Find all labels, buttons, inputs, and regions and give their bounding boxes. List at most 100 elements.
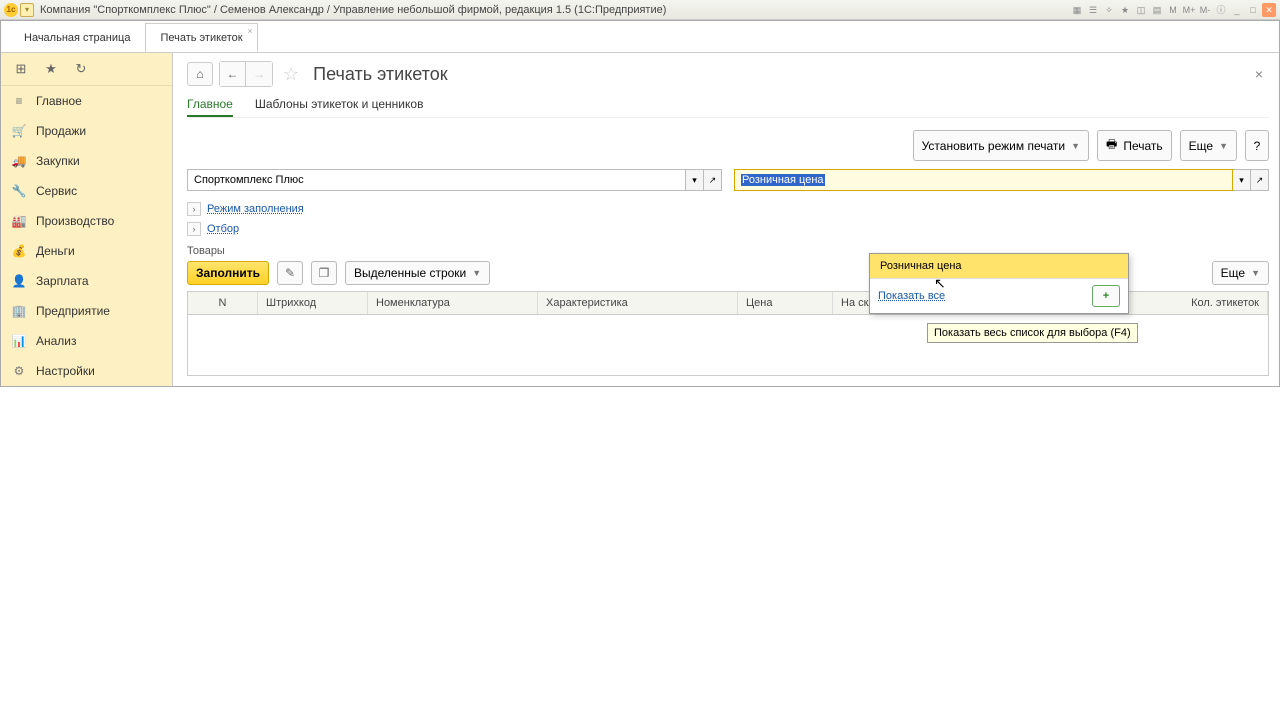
fill-button[interactable]: Заполнить [187, 261, 269, 285]
sidebar-item-label: Зарплата [36, 274, 89, 288]
analysis-icon: 📊 [12, 334, 26, 348]
app-menu-dropdown[interactable]: ▾ [20, 3, 34, 17]
sidebar: ⊞ ★ ↻ ≡Главное 🛒 Продажи 🚚Закупки 🔧Сервис… [1, 53, 173, 386]
sidebar-item-label: Анализ [36, 334, 77, 348]
sidebar-item-salary[interactable]: 👤 Зарплата [1, 266, 172, 296]
toolbar-m-icon[interactable]: M- [1198, 3, 1212, 17]
app-logo-icon: 1c [4, 3, 18, 17]
edit-icon-button[interactable]: ✎ [277, 261, 303, 285]
history-icon[interactable]: ↻ [73, 61, 89, 77]
sidebar-item-main[interactable]: ≡Главное [1, 86, 172, 116]
expander-label: Режим заполнения [207, 203, 304, 215]
fill-mode-expander[interactable]: › Режим заполнения [187, 202, 1269, 216]
col-nomenclature[interactable]: Номенклатура [368, 292, 538, 314]
tab-print-labels[interactable]: Печать этикеток × [145, 23, 257, 52]
more-button[interactable]: Еще ▼ [1180, 130, 1237, 161]
favorite-icon[interactable]: ★ [1118, 3, 1132, 17]
purchases-icon: 🚚 [12, 154, 26, 168]
nav-back-button[interactable]: ← [220, 62, 246, 86]
apps-icon[interactable]: ⊞ [13, 61, 29, 77]
toolbar-icon[interactable]: ☰ [1086, 3, 1100, 17]
price-dropdown: Розничная цена Показать все + [869, 253, 1129, 314]
toolbar-icon[interactable]: ✧ [1102, 3, 1116, 17]
tab-close-icon[interactable]: × [247, 26, 252, 36]
sidebar-item-label: Главное [36, 94, 82, 108]
nav-home-button[interactable]: ⌂ [187, 62, 213, 86]
chevron-down-icon: ▼ [1071, 141, 1080, 151]
window-title: Компания "Спорткомплекс Плюс" / Семенов … [40, 4, 1070, 16]
chevron-down-icon: ▼ [1219, 141, 1228, 151]
sidebar-item-money[interactable]: 💰Деньги [1, 236, 172, 266]
org-input[interactable] [187, 169, 686, 191]
sidebar-item-service[interactable]: 🔧Сервис [1, 176, 172, 206]
page-title: Печать этикеток [313, 64, 447, 85]
dropdown-button[interactable]: ▾ [1233, 169, 1251, 191]
dropdown-button[interactable]: ▾ [686, 169, 704, 191]
sidebar-item-label: Производство [36, 214, 114, 228]
minimize-button[interactable]: _ [1230, 3, 1244, 17]
chevron-right-icon: › [187, 202, 201, 216]
sidebar-item-purchases[interactable]: 🚚Закупки [1, 146, 172, 176]
production-icon: 🏭 [12, 214, 26, 228]
toolbar-m-icon[interactable]: M [1166, 3, 1180, 17]
favorite-star-icon[interactable]: ☆ [283, 64, 299, 85]
help-button[interactable]: ? [1245, 130, 1269, 161]
sidebar-item-label: Предприятие [36, 304, 110, 318]
sidebar-item-production[interactable]: 🏭 Производство [1, 206, 172, 236]
sidebar-item-analysis[interactable]: 📊 Анализ [1, 326, 172, 356]
star-icon[interactable]: ★ [43, 61, 59, 77]
price-field: Розничная цена ▾ ↗ [734, 169, 1269, 191]
col-n[interactable]: N [188, 292, 258, 314]
close-page-button[interactable]: × [1249, 64, 1269, 84]
button-label: Еще [1221, 266, 1245, 280]
sidebar-item-label: Настройки [36, 364, 95, 378]
button-label: Печать [1123, 139, 1162, 153]
show-all-link[interactable]: Показать все [878, 290, 1084, 302]
toolbar-icon[interactable]: ▦ [1070, 3, 1084, 17]
content-area: ⌂ ← → ☆ Печать этикеток × Главное Шаблон… [173, 53, 1279, 386]
toolbar-m-icon[interactable]: M+ [1182, 3, 1196, 17]
expander-label: Отбор [207, 223, 239, 235]
print-mode-button[interactable]: Установить режим печати ▼ [913, 130, 1089, 161]
titlebar: 1c ▾ Компания "Спорткомплекс Плюс" / Сем… [0, 0, 1280, 20]
salary-icon: 👤 [12, 274, 26, 288]
more-button-2[interactable]: Еще ▼ [1212, 261, 1269, 285]
selected-rows-button[interactable]: Выделенные строки▼ [345, 261, 490, 285]
sidebar-item-company[interactable]: 🏢 Предприятие [1, 296, 172, 326]
chevron-right-icon: › [187, 222, 201, 236]
button-label: Еще [1189, 139, 1213, 153]
close-button[interactable]: ✕ [1262, 3, 1276, 17]
sidebar-item-label: Деньги [36, 244, 75, 258]
toolbar-icon[interactable]: ◫ [1134, 3, 1148, 17]
subtab-templates[interactable]: Шаблоны этикеток и ценников [255, 95, 424, 117]
sidebar-item-label: Продажи [36, 124, 86, 138]
settings-icon: ⚙ [12, 364, 26, 378]
subtab-main[interactable]: Главное [187, 95, 233, 117]
add-button[interactable]: + [1092, 285, 1120, 307]
chevron-down-icon: ▼ [1251, 268, 1260, 278]
tab-home[interactable]: Начальная страница [9, 23, 145, 52]
sales-icon: 🛒 [12, 124, 26, 138]
button-label: Установить режим печати [922, 139, 1065, 153]
print-button[interactable]: 🖶 Печать [1097, 130, 1172, 161]
col-barcode[interactable]: Штрихкод [258, 292, 368, 314]
info-icon[interactable]: ⓘ [1214, 3, 1228, 17]
expand-button[interactable]: ↗ [1251, 169, 1269, 191]
filter-expander[interactable]: › Отбор [187, 222, 1269, 236]
org-field: ▾ ↗ [187, 169, 722, 191]
sidebar-item-settings[interactable]: ⚙ Настройки [1, 356, 172, 386]
dropdown-item-retail[interactable]: Розничная цена [870, 254, 1128, 278]
printer-icon: 🖶 [1106, 135, 1117, 156]
copy-icon-button[interactable]: ❐ [311, 261, 337, 285]
tab-bar: Начальная страница Печать этикеток × [1, 21, 1279, 53]
col-characteristic[interactable]: Характеристика [538, 292, 738, 314]
company-icon: 🏢 [12, 304, 26, 318]
col-price[interactable]: Цена [738, 292, 833, 314]
maximize-button[interactable]: □ [1246, 3, 1260, 17]
nav-forward-button[interactable]: → [246, 62, 272, 86]
chevron-down-icon: ▼ [472, 268, 481, 278]
expand-button[interactable]: ↗ [704, 169, 722, 191]
sidebar-item-sales[interactable]: 🛒 Продажи [1, 116, 172, 146]
toolbar-icon[interactable]: ▤ [1150, 3, 1164, 17]
price-input[interactable]: Розничная цена [734, 169, 1233, 191]
